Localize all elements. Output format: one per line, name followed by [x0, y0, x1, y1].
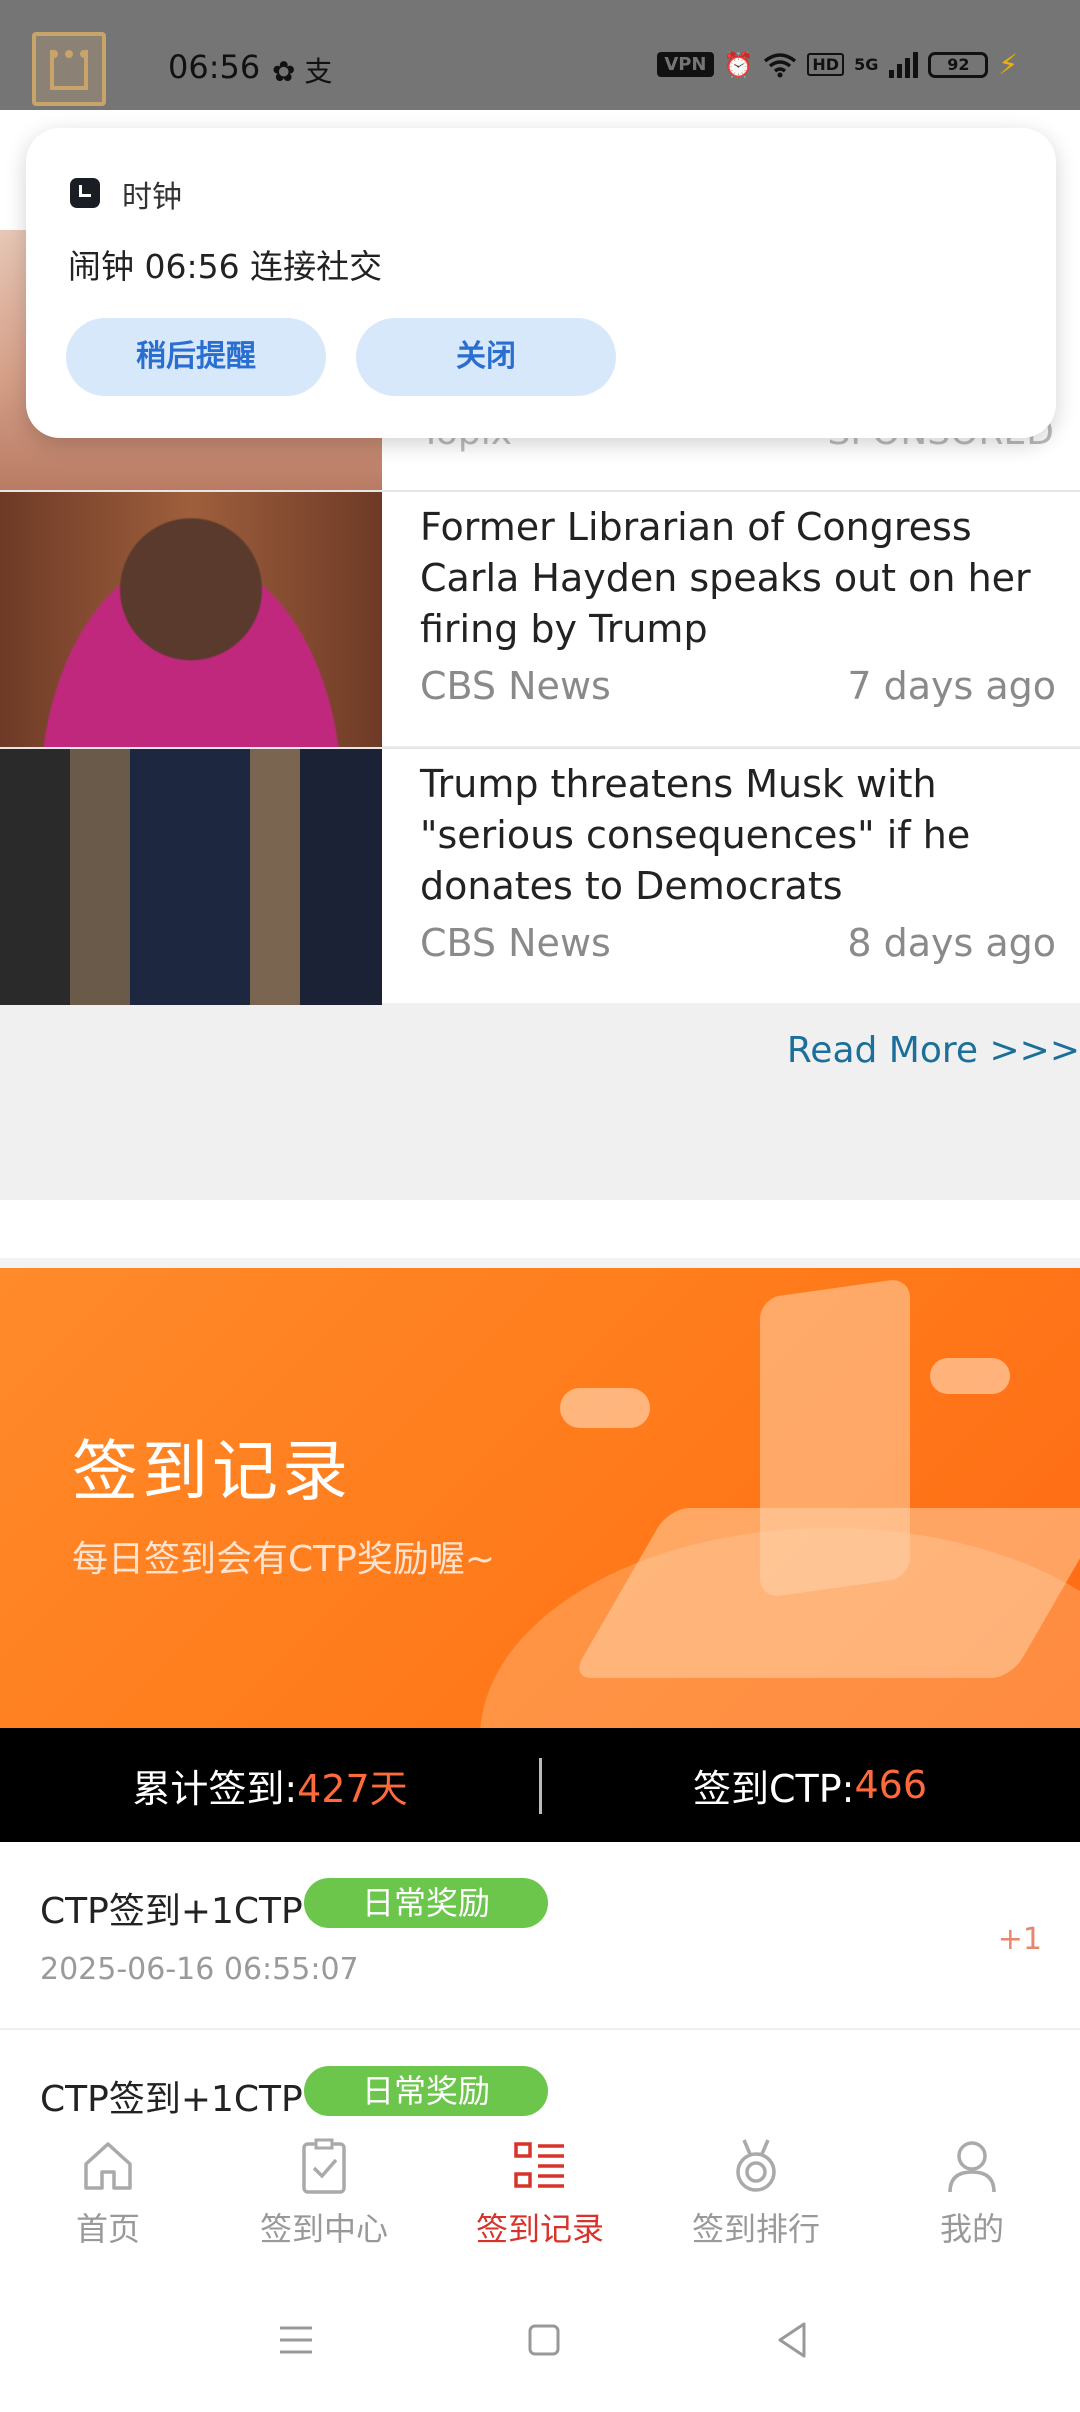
home-icon	[84, 2142, 132, 2190]
reward-tag: 日常奖励	[304, 2066, 548, 2116]
nav-label: 我的	[939, 2210, 1004, 2248]
nav-label: 签到排行	[691, 2210, 820, 2248]
hd-icon: HD	[807, 53, 845, 76]
list-icon	[514, 2142, 564, 2188]
ctp-stat: 签到CTP: 466	[540, 1728, 1080, 1842]
article-time: 7 days ago	[847, 664, 1056, 708]
dismiss-button[interactable]: 关闭	[356, 318, 616, 396]
menu-icon[interactable]	[256, 2300, 336, 2380]
app-logo-icon	[32, 32, 106, 106]
nav-checkin-records[interactable]: 签到记录	[432, 2136, 648, 2256]
record-item[interactable]: CTP签到+1CTP 日常奖励 2025-06-16 06:55:07 +1	[0, 1842, 1080, 2030]
article-thumbnail	[0, 749, 382, 1005]
nav-label: 签到中心	[259, 2210, 388, 2248]
nav-checkin-ranking[interactable]: 签到排行	[648, 2136, 864, 2256]
nav-label: 首页	[75, 2210, 140, 2248]
total-checkin-value: 427天	[297, 1766, 408, 1811]
system-nav-bar	[0, 2260, 1080, 2412]
status-right-icons: VPN ⏰ HD 5G 92 ⚡	[657, 48, 1018, 81]
vpn-icon: VPN	[657, 52, 714, 77]
clock-icon	[70, 178, 100, 208]
cloud-icon	[930, 1358, 1010, 1394]
section-divider	[0, 1200, 1080, 1270]
article-time: 8 days ago	[847, 921, 1056, 965]
status-bar: 06:56 ✿ 支 VPN ⏰ HD 5G 92 ⚡	[0, 0, 1080, 110]
notification-app-name: 时钟	[122, 180, 182, 215]
user-icon	[948, 2141, 996, 2193]
record-title: CTP签到+1CTP	[40, 2079, 303, 2120]
alarm-icon: ⏰	[723, 50, 754, 79]
home-square-icon[interactable]	[504, 2300, 584, 2380]
medal-icon	[736, 2139, 776, 2192]
banner-subtitle: 每日签到会有CTP奖励喔~	[72, 1539, 496, 1580]
checkin-stats: 累计签到: 427天 签到CTP: 466	[0, 1728, 1080, 1842]
article-title: Trump threatens Musk with "serious conse…	[420, 762, 971, 908]
nav-mine[interactable]: 我的	[864, 2136, 1080, 2256]
snooze-button[interactable]: 稍后提醒	[66, 318, 326, 396]
ctp-value: 466	[854, 1763, 927, 1807]
total-checkin-label: 累计签到:	[132, 1766, 298, 1811]
notification-icons: ✿ 支	[272, 55, 333, 88]
status-time: 06:56	[168, 48, 261, 86]
nav-home[interactable]: 首页	[0, 2136, 216, 2256]
alarm-notification[interactable]: 时钟 闹钟 06:56 连接社交 稍后提醒 关闭	[26, 128, 1056, 438]
charging-icon: ⚡	[998, 48, 1018, 81]
phone-illustration-icon	[760, 1277, 910, 1599]
article-source: CBS News	[420, 921, 611, 965]
signal-icon	[889, 51, 919, 78]
read-more-link[interactable]: Read More >>>	[787, 1030, 1080, 1071]
checkin-banner: 签到记录 每日签到会有CTP奖励喔~	[0, 1268, 1080, 1728]
clipboard-check-icon	[302, 2138, 346, 2194]
record-amount: +1	[997, 1922, 1042, 1957]
article-title: Former Librarian of Congress Carla Hayde…	[420, 505, 1031, 651]
notification-text: 闹钟 06:56 连接社交	[68, 247, 383, 286]
network-type: 5G	[854, 55, 879, 74]
ctp-label: 签到CTP:	[693, 1766, 855, 1811]
article-source: CBS News	[420, 664, 611, 708]
battery-icon: 92	[928, 51, 989, 78]
nav-label: 签到记录	[475, 2210, 604, 2248]
total-checkin-stat: 累计签到: 427天	[0, 1728, 540, 1842]
news-article[interactable]: Former Librarian of Congress Carla Hayde…	[0, 490, 1080, 748]
article-thumbnail	[0, 492, 382, 748]
cloud-icon	[560, 1388, 650, 1428]
record-title: CTP签到+1CTP	[40, 1891, 303, 1932]
nav-checkin-center[interactable]: 签到中心	[216, 2136, 432, 2256]
news-article[interactable]: Trump threatens Musk with "serious conse…	[0, 747, 1080, 1005]
wifi-icon	[764, 52, 797, 77]
record-date: 2025-06-16 06:55:07	[40, 1952, 359, 1987]
reward-tag: 日常奖励	[304, 1878, 548, 1928]
banner-title: 签到记录	[72, 1433, 352, 1510]
bottom-nav: 首页 签到中心 签到记录 签到排行 我的	[0, 2120, 1080, 2260]
back-icon[interactable]	[752, 2300, 832, 2380]
